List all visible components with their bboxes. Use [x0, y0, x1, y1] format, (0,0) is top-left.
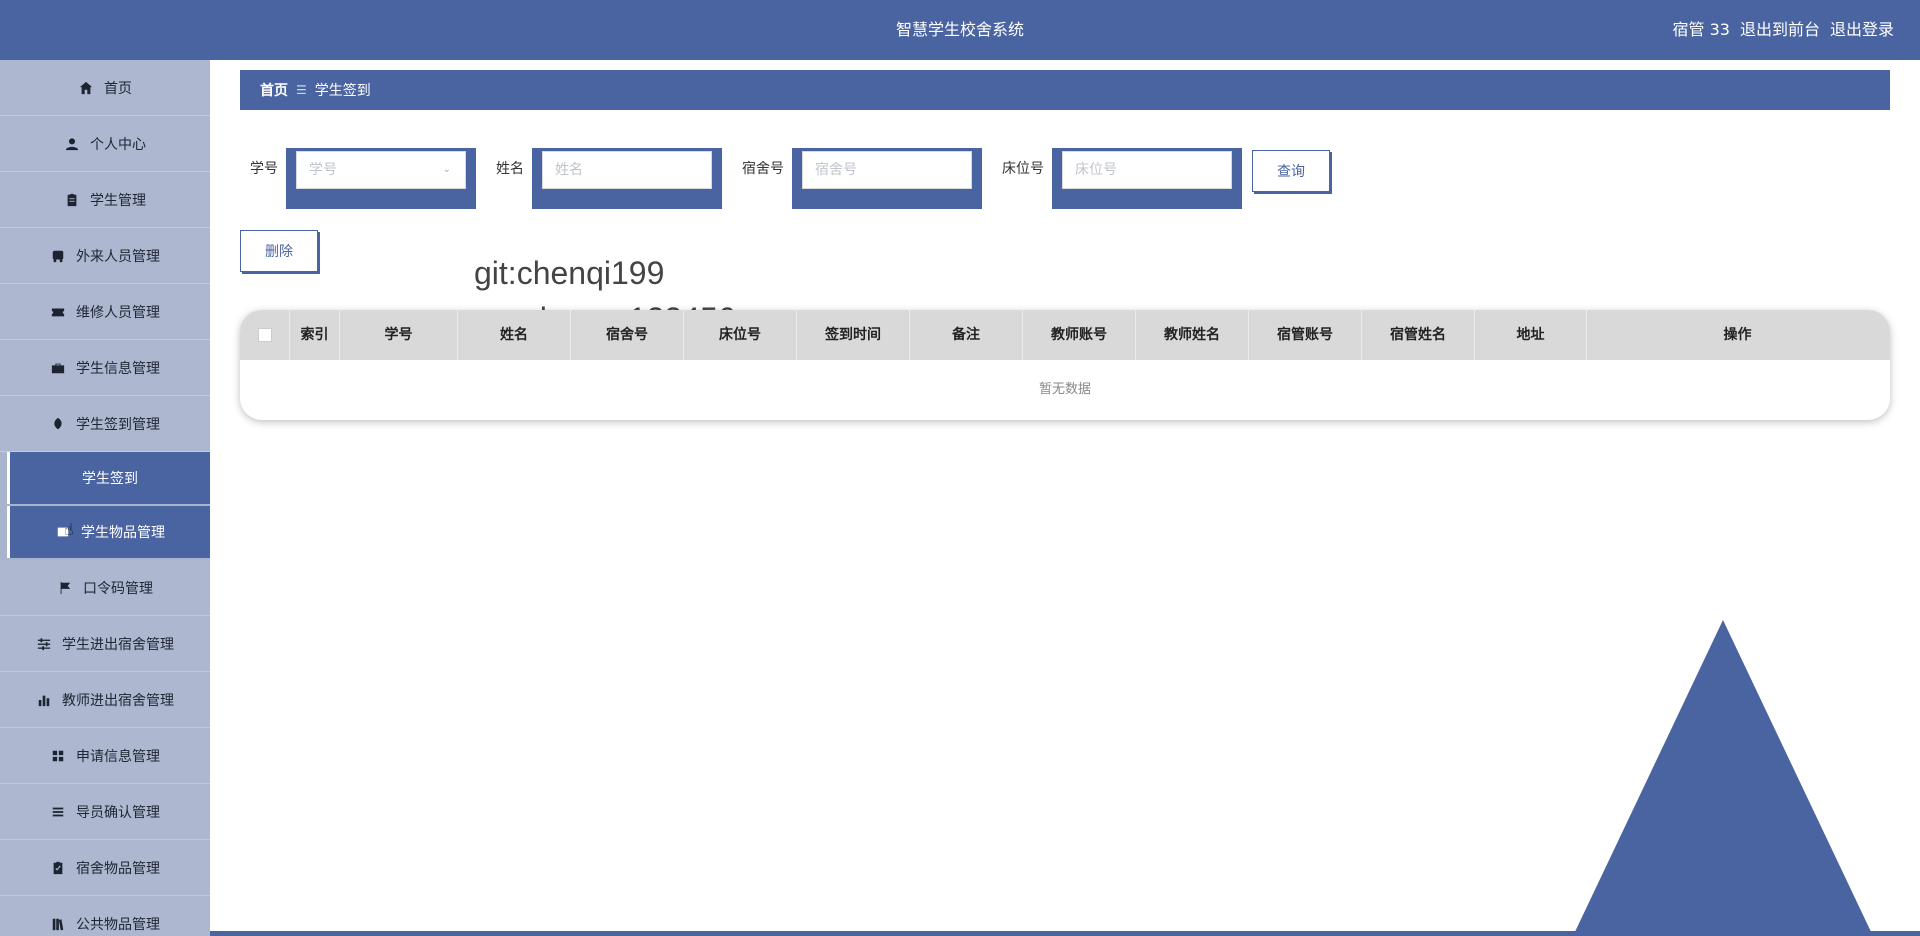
dorm-label: 宿舍号	[742, 161, 784, 177]
sliders-icon	[36, 636, 52, 652]
sidebar-item-label: 维修人员管理	[76, 304, 160, 321]
query-button[interactable]: 查询	[1252, 150, 1330, 192]
bed-label: 床位号	[1002, 161, 1044, 177]
column-header: 教师账号	[1023, 310, 1136, 360]
front-link[interactable]: 退出到前台	[1740, 0, 1820, 60]
flag-icon	[57, 580, 73, 596]
sidebar-item-student-mgmt[interactable]: 学生管理	[0, 172, 210, 228]
current-user: 宿管 33	[1672, 20, 1730, 39]
delete-button[interactable]: 删除	[240, 230, 318, 272]
sidebar-item-teacher-access[interactable]: 教师进出宿舍管理	[0, 672, 210, 728]
top-header: 智慧学生校舍系统 宿管 33 退出到前台 退出登录	[0, 0, 1920, 60]
search-form: 学号 学号 ⌄ 姓名 姓名 宿舍号 宿舍号 床位号 床位号 查询	[240, 148, 1330, 210]
checkin-table: 索引 学号 姓名 宿舍号 床位号 签到时间 备注 教师账号 教师姓名 宿管账号 …	[240, 310, 1890, 420]
sidebar-item-label: 学生信息管理	[76, 360, 160, 377]
column-header: 宿管账号	[1249, 310, 1362, 360]
system-title: 智慧学生校舍系统	[895, 20, 1024, 39]
clipboard-icon	[64, 192, 80, 208]
logout-link[interactable]: 退出登录	[1830, 0, 1894, 60]
watermark-line1: git:chenqi199	[474, 255, 665, 291]
sidebar-item-label: 学生进出宿舍管理	[62, 636, 174, 653]
header-actions: 宿管 33 退出到前台 退出登录	[1673, 0, 1894, 60]
sidebar-item-dorm-goods[interactable]: 宿舍物品管理	[0, 840, 210, 896]
breadcrumb-separator-icon: ☰	[296, 83, 307, 97]
sidebar-item-checkin-mgmt[interactable]: 学生签到管理	[0, 396, 210, 452]
select-all-checkbox[interactable]	[240, 310, 290, 360]
table-header: 索引 学号 姓名 宿舍号 床位号 签到时间 备注 教师账号 教师姓名 宿管账号 …	[240, 310, 1890, 360]
column-header: 宿舍号	[571, 310, 684, 360]
sidebar-item-home[interactable]: 首页	[0, 60, 210, 116]
bed-input[interactable]: 床位号	[1062, 151, 1232, 189]
briefcase-icon	[50, 360, 66, 376]
dorm-field: 宿舍号 宿舍号	[732, 148, 982, 209]
sidebar-item-label: 教师进出宿舍管理	[62, 692, 174, 709]
name-label: 姓名	[496, 161, 524, 177]
home-icon	[78, 80, 94, 96]
sidebar-item-label: 口令码管理	[83, 580, 153, 597]
sidebar-item-label: 导员确认管理	[76, 804, 160, 821]
breadcrumb: 首页 ☰ 学生签到	[240, 70, 1890, 110]
dorm-input[interactable]: 宿舍号	[802, 151, 972, 189]
sidebar-item-label: 宿舍物品管理	[76, 860, 160, 877]
student-no-label: 学号	[250, 161, 278, 177]
sidebar-item-label: 学生管理	[90, 192, 146, 209]
sidebar-item-passcode-mgmt[interactable]: 口令码管理	[0, 560, 210, 616]
column-header: 地址	[1475, 310, 1587, 360]
column-header: 备注	[910, 310, 1023, 360]
decorative-triangle	[1573, 620, 1873, 936]
sidebar-item-counselor-confirm[interactable]: 导员确认管理	[0, 784, 210, 840]
sidebar: 首页 个人中心 学生管理 外来人员管理 维修人员管理 学生信息管理 学生签到管理…	[0, 60, 210, 936]
breadcrumb-current: 学生签到	[314, 83, 371, 99]
list-icon	[50, 804, 66, 820]
sidebar-item-student-checkin[interactable]: 学生签到	[7, 452, 210, 504]
sidebar-item-student-access[interactable]: 学生进出宿舍管理	[0, 616, 210, 672]
column-header: 床位号	[684, 310, 797, 360]
sidebar-item-public-goods[interactable]: 公共物品管理	[0, 896, 210, 936]
grid-icon	[50, 748, 66, 764]
sidebar-item-application-mgmt[interactable]: 申请信息管理	[0, 728, 210, 784]
mouse-cursor-icon: ☝	[64, 520, 74, 539]
user-icon	[64, 136, 80, 152]
sidebar-item-personal-center[interactable]: 个人中心	[0, 116, 210, 172]
column-header: 姓名	[458, 310, 571, 360]
student-no-select[interactable]: 学号 ⌄	[296, 151, 466, 189]
name-input[interactable]: 姓名	[542, 151, 712, 189]
sidebar-item-repair-mgmt[interactable]: 维修人员管理	[0, 284, 210, 340]
books-icon	[50, 916, 66, 932]
sidebar-item-label: 申请信息管理	[76, 748, 160, 765]
column-header: 教师姓名	[1136, 310, 1249, 360]
student-no-field: 学号 学号 ⌄	[240, 148, 476, 209]
empty-state: 暂无数据	[1038, 382, 1091, 397]
bus-icon	[50, 248, 66, 264]
sidebar-item-label: 学生物品管理	[81, 525, 165, 541]
name-field: 姓名 姓名	[486, 148, 722, 209]
bed-field: 床位号 床位号	[992, 148, 1242, 209]
column-header: 操作	[1723, 327, 1752, 343]
sidebar-item-label: 个人中心	[90, 136, 146, 153]
sidebar-item-student-info[interactable]: 学生信息管理	[0, 340, 210, 396]
sidebar-item-label: 学生签到管理	[76, 416, 160, 433]
clipboard-check-icon	[50, 860, 66, 876]
column-header: 签到时间	[797, 310, 910, 360]
column-header: 宿管姓名	[1362, 310, 1475, 360]
sidebar-item-visitor-mgmt[interactable]: 外来人员管理	[0, 228, 210, 284]
sidebar-item-student-goods[interactable]: 学生物品管理	[7, 506, 210, 558]
sidebar-item-label: 公共物品管理	[76, 916, 160, 933]
bottom-border	[210, 931, 1920, 936]
breadcrumb-home[interactable]: 首页	[260, 80, 288, 100]
ticket-icon	[50, 304, 66, 320]
bar-chart-icon	[36, 692, 52, 708]
sidebar-item-label: 首页	[104, 80, 132, 97]
sidebar-item-label: 学生签到	[82, 471, 138, 487]
column-header: 索引	[290, 310, 340, 360]
column-header: 学号	[340, 310, 458, 360]
sidebar-item-label: 外来人员管理	[76, 248, 160, 265]
leaf-icon	[50, 416, 66, 432]
chevron-down-icon: ⌄	[442, 164, 451, 175]
